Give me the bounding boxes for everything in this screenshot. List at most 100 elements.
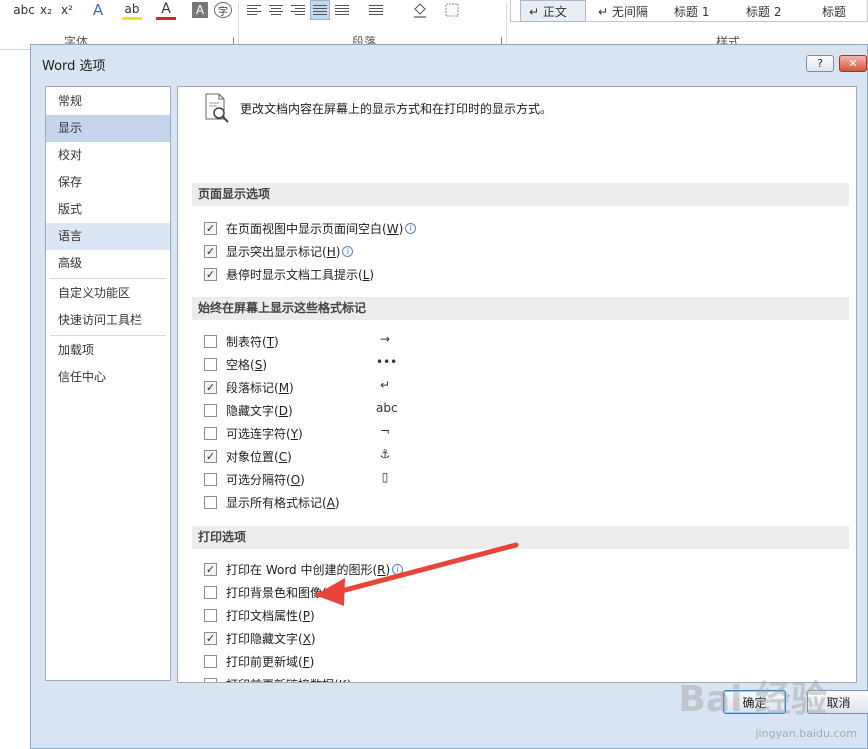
- subscript-button[interactable]: x₂: [38, 0, 54, 20]
- document-magnifier-icon: [205, 93, 229, 123]
- checkbox-unchecked[interactable]: [204, 677, 217, 682]
- access-key: B: [326, 585, 335, 600]
- checkbox-checked[interactable]: ✓: [204, 631, 217, 645]
- display-options-pane: 更改文档内容在屏幕上的显示方式和在打印时的显示方式。 页面显示选项 ✓ 在页面视图…: [177, 86, 857, 683]
- align-left-icon[interactable]: [246, 0, 262, 20]
- checkbox-unchecked[interactable]: [204, 403, 217, 417]
- justify-icon[interactable]: [310, 0, 330, 20]
- dialog-titlebar[interactable]: Word 选项 ? ✕: [31, 45, 867, 79]
- checkbox-checked[interactable]: ✓: [204, 449, 217, 463]
- section-page-display: 页面显示选项: [192, 183, 849, 206]
- checkbox-unchecked[interactable]: [204, 334, 217, 348]
- style-title[interactable]: 标题: [814, 0, 868, 22]
- format-mark-option[interactable]: ✓ 对象位置(C): [204, 447, 292, 465]
- page-display-option[interactable]: ✓ 显示突出显示标记(H) i: [204, 242, 354, 260]
- close-button[interactable]: ✕: [839, 55, 867, 72]
- format-mark-glyph: abc: [376, 401, 398, 415]
- format-mark-option[interactable]: ✓ 段落标记(M): [204, 378, 294, 396]
- nav-item-trust-center[interactable]: 信任中心: [46, 364, 170, 391]
- nav-item-addins[interactable]: 加载项: [46, 337, 170, 364]
- checkbox-checked[interactable]: ✓: [204, 562, 217, 576]
- help-button[interactable]: ?: [806, 55, 834, 72]
- style-normal[interactable]: ↵ 正文: [520, 0, 586, 22]
- format-mark-option[interactable]: 隐藏文字(D): [204, 401, 293, 419]
- dialog-title: Word 选项: [42, 59, 106, 74]
- format-mark-glyph: ↵: [379, 378, 391, 392]
- checkbox-checked[interactable]: ✓: [204, 380, 217, 394]
- shading-bucket-icon[interactable]: [408, 0, 432, 20]
- checkbox-unchecked[interactable]: [204, 608, 217, 622]
- access-key: H: [326, 244, 336, 259]
- checkbox-checked[interactable]: ✓: [204, 267, 217, 281]
- distributed-icon[interactable]: [334, 0, 350, 20]
- option-label: 可选分隔符(O): [226, 472, 305, 487]
- info-icon[interactable]: i: [342, 245, 354, 257]
- section-print-options: 打印选项: [192, 526, 849, 549]
- superscript-button[interactable]: x²: [58, 0, 76, 20]
- checkbox-unchecked[interactable]: [204, 585, 217, 599]
- nav-item-general[interactable]: 常规: [46, 88, 170, 115]
- access-key: S: [254, 357, 263, 372]
- format-mark-option[interactable]: 可选分隔符(O): [204, 470, 305, 488]
- highlight-button[interactable]: ab: [122, 0, 142, 20]
- checkbox-unchecked[interactable]: [204, 472, 217, 486]
- ribbon-divider: [238, 2, 239, 46]
- print-option[interactable]: 打印前更新域(F): [204, 652, 314, 670]
- print-option[interactable]: 打印背景色和图像(B): [204, 583, 340, 601]
- nav-item-advanced[interactable]: 高级: [46, 250, 170, 277]
- nav-item-customize-ribbon[interactable]: 自定义功能区: [46, 280, 170, 307]
- options-nav: 常规 显示 校对 保存 版式 语言 高级 自定义功能区 快速访问工具栏 加载项 …: [45, 86, 171, 681]
- checkbox-checked[interactable]: ✓: [204, 244, 217, 258]
- print-option[interactable]: 打印前更新链接数据(K): [204, 675, 351, 683]
- print-option[interactable]: ✓ 打印隐藏文字(X): [204, 629, 316, 647]
- style-heading-2[interactable]: 标题 2: [738, 0, 804, 22]
- access-key: T: [266, 334, 275, 349]
- checkbox-unchecked[interactable]: [204, 495, 217, 509]
- checkbox-unchecked[interactable]: [204, 654, 217, 668]
- info-icon[interactable]: i: [392, 563, 404, 575]
- char-shading-button[interactable]: A: [192, 2, 208, 18]
- nav-item-quick-access-toolbar[interactable]: 快速访问工具栏: [46, 307, 170, 334]
- strikethrough-button[interactable]: abc: [13, 0, 35, 20]
- checkbox-unchecked[interactable]: [204, 426, 217, 440]
- font-color-button[interactable]: A: [156, 0, 176, 20]
- enclose-char-button[interactable]: 字: [214, 2, 232, 18]
- access-key: X: [302, 631, 311, 646]
- nav-item-proofing[interactable]: 校对: [46, 142, 170, 169]
- format-mark-option[interactable]: 可选连字符(Y): [204, 424, 303, 442]
- option-label: 空格(S): [226, 357, 267, 372]
- align-center-icon[interactable]: [268, 0, 284, 20]
- access-key: A: [326, 495, 335, 510]
- nav-item-language[interactable]: 语言: [46, 223, 170, 250]
- nav-divider: [50, 335, 166, 336]
- nav-item-display[interactable]: 显示: [46, 115, 170, 142]
- style-no-spacing[interactable]: ↵ 无间隔: [590, 0, 660, 22]
- option-label: 段落标记(M): [226, 380, 294, 395]
- option-label: 可选连字符(Y): [226, 426, 303, 441]
- nav-item-typography[interactable]: 版式: [46, 196, 170, 223]
- print-option[interactable]: 打印文档属性(P): [204, 606, 315, 624]
- option-label: 对象位置(C): [226, 449, 292, 464]
- page-display-option[interactable]: ✓ 在页面视图中显示页面间空白(W) i: [204, 219, 417, 237]
- option-label: 打印前更新链接数据(K): [226, 676, 351, 683]
- borders-icon[interactable]: [440, 0, 464, 20]
- access-key: P: [302, 608, 310, 623]
- option-label: 打印在 Word 中创建的图形(R): [226, 562, 391, 577]
- text-effects-button[interactable]: A: [88, 0, 108, 20]
- access-key: M: [278, 380, 290, 395]
- nav-item-save[interactable]: 保存: [46, 169, 170, 196]
- page-display-option[interactable]: ✓ 悬停时显示文档工具提示(L): [204, 265, 374, 283]
- line-spacing-icon[interactable]: [364, 0, 388, 20]
- checkbox-unchecked[interactable]: [204, 357, 217, 371]
- option-label: 打印前更新域(F): [226, 654, 315, 669]
- format-mark-option[interactable]: 空格(S): [204, 355, 267, 373]
- info-icon[interactable]: i: [405, 222, 417, 234]
- print-option[interactable]: ✓ 打印在 Word 中创建的图形(R) i: [204, 560, 404, 578]
- access-key: O: [290, 472, 301, 487]
- style-heading-1[interactable]: 标题 1: [666, 0, 732, 22]
- align-right-icon[interactable]: [290, 0, 306, 20]
- checkbox-checked[interactable]: ✓: [204, 221, 217, 235]
- format-mark-option[interactable]: 制表符(T): [204, 332, 279, 350]
- format-mark-option[interactable]: 显示所有格式标记(A): [204, 493, 340, 511]
- option-label: 在页面视图中显示页面间空白(W): [226, 221, 404, 236]
